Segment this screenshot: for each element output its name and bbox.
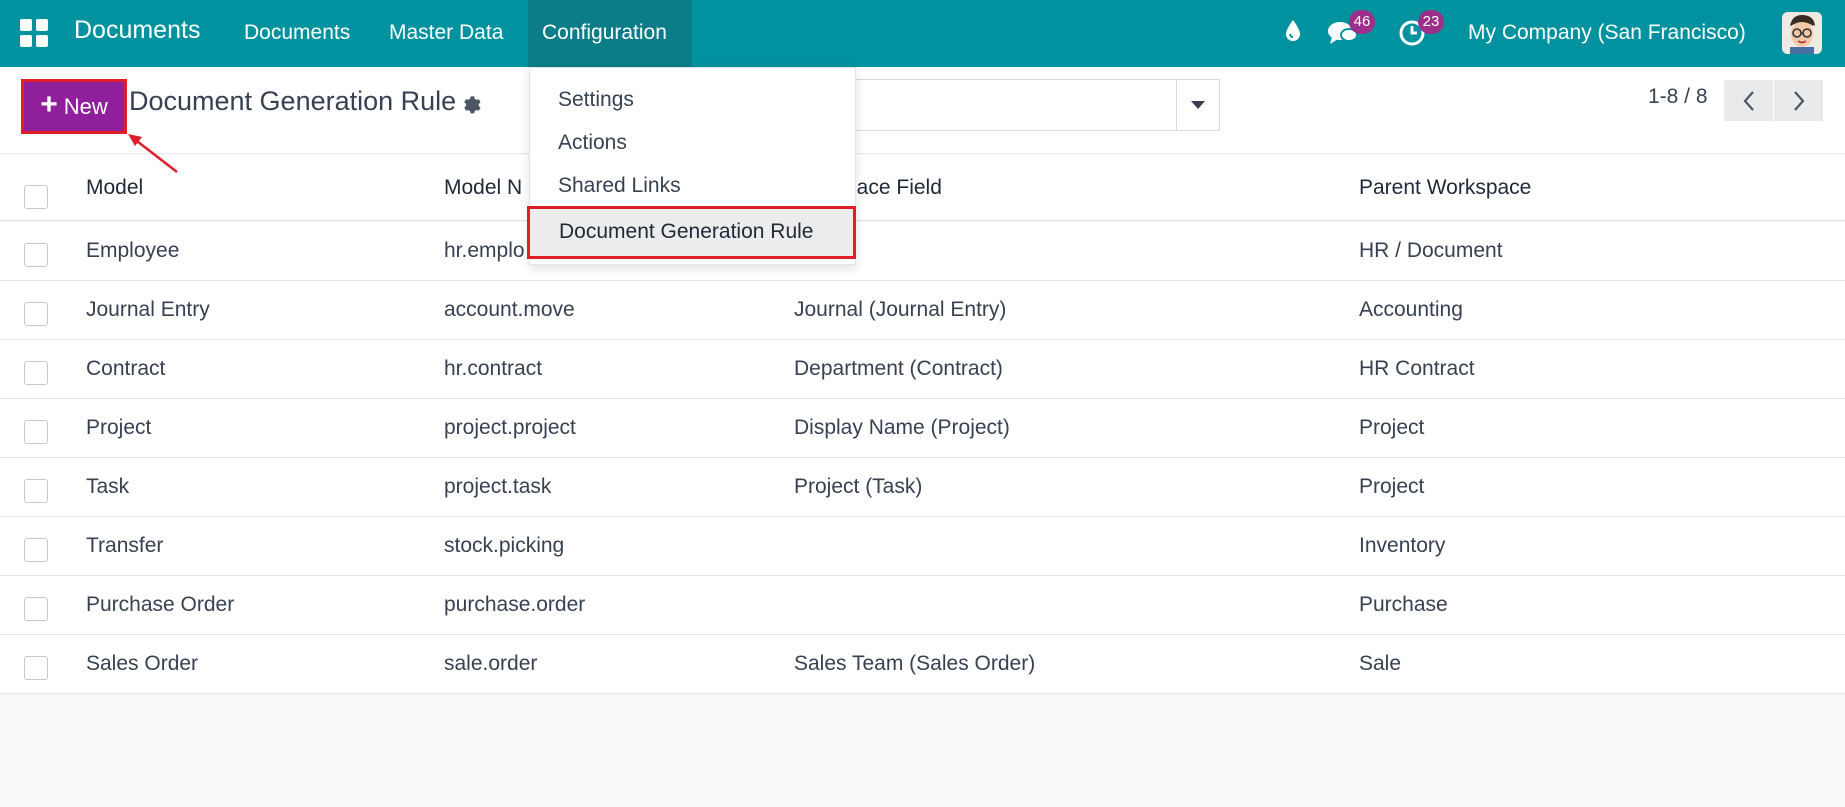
column-model[interactable]: Model [86,176,143,200]
company-switcher[interactable]: My Company (San Francisco) [1468,21,1746,45]
cell-parent-workspace: Project [1359,475,1425,498]
cell-model: Purchase Order [86,593,235,616]
app-switcher-icon[interactable] [20,19,48,47]
pager-previous-button[interactable] [1724,80,1773,121]
menu-documents[interactable]: Documents [244,21,350,45]
cell-model-name: purchase.order [444,593,586,616]
top-navbar: Documents Documents Master Data Configur… [0,0,1845,67]
app-name[interactable]: Documents [74,16,200,45]
cell-workspace-field: Department (Contract) [794,357,1003,380]
list-header: Model Model N pace Field Parent Workspac… [0,155,1845,221]
table-row[interactable]: Purchase Order purchase.order Purchase [0,576,1845,635]
cell-parent-workspace: Inventory [1359,534,1446,557]
table-row[interactable]: Project project.project Display Name (Proj… [0,399,1845,458]
row-checkbox[interactable] [24,538,48,562]
cell-model-name: project.project [444,416,576,439]
page-title: Document Generation Rule [129,86,457,116]
chevron-left-icon [1743,90,1754,111]
cell-parent-workspace: HR Contract [1359,357,1475,380]
row-checkbox[interactable] [24,479,48,503]
table-row[interactable]: Contract hr.contract Department (Contract)… [0,340,1845,399]
cell-workspace-field: Project (Task) [794,475,923,498]
dropdown-item-actions[interactable]: Actions [558,131,627,155]
cell-model-name: account.move [444,298,575,321]
table-row[interactable]: Transfer stock.picking Inventory [0,517,1845,576]
row-checkbox[interactable] [24,243,48,267]
column-model-name[interactable]: Model N [444,176,522,200]
cell-model: Sales Order [86,652,199,675]
cell-model-name: project.task [444,475,552,498]
activities-count-badge: 23 [1418,10,1444,34]
cell-model-name: hr.contract [444,357,543,380]
cell-parent-workspace: Purchase [1359,593,1448,616]
row-checkbox[interactable] [24,361,48,385]
cell-parent-workspace: HR / Document [1359,239,1503,262]
cell-model: Contract [86,357,166,380]
pager-next-button[interactable] [1774,80,1823,121]
cell-parent-workspace: Accounting [1359,298,1463,321]
cell-model: Task [86,475,130,498]
cell-workspace-field: Sales Team (Sales Order) [794,652,1036,675]
table-row[interactable]: Task project.task Project (Task) Project [0,458,1845,517]
column-workspace-field[interactable]: pace Field [845,176,942,200]
cell-model: Transfer [86,534,164,557]
dropdown-item-settings[interactable]: Settings [558,88,634,112]
gear-icon[interactable] [461,94,482,120]
pager-value[interactable]: 1-8 / 8 [1648,85,1708,109]
cell-parent-workspace: Sale [1359,652,1402,675]
cell-model-name: stock.picking [444,534,565,557]
row-checkbox[interactable] [24,420,48,444]
user-avatar[interactable] [1782,12,1822,54]
new-button[interactable]: + New [21,79,127,134]
dropdown-item-document-generation-rule[interactable]: Document Generation Rule [527,206,856,259]
cell-model-name: hr.emplo [444,239,525,262]
dropdown-item-shared-links[interactable]: Shared Links [558,174,681,198]
select-all-checkbox[interactable] [24,185,48,209]
dropdown-item-label: Document Generation Rule [559,220,814,243]
cell-model: Project [86,416,152,439]
cell-model: Journal Entry [86,298,210,321]
row-checkbox[interactable] [24,302,48,326]
cell-workspace-field: Journal (Journal Entry) [794,298,1007,321]
table-row[interactable]: Journal Entry account.move Journal (Journa… [0,281,1845,340]
cell-workspace-field: Display Name (Project) [794,416,1010,439]
control-panel: + New Document Generation Rule 1-8 / 8 [0,67,1845,154]
table-row[interactable]: Sales Order sale.order Sales Team (Sales O… [0,635,1845,694]
new-button-label: New [63,93,108,119]
chevron-right-icon [1793,90,1804,111]
caret-down-icon [1191,100,1205,109]
water-drop-icon[interactable] [1283,18,1303,49]
cell-model-name: sale.order [444,652,538,675]
cell-model: Employee [86,239,180,262]
messages-count-badge: 46 [1349,10,1375,34]
column-parent-workspace[interactable]: Parent Workspace [1359,176,1531,200]
search-options-toggle[interactable] [1176,79,1220,131]
table-row[interactable]: Employee hr.emplo HR / Document [0,222,1845,281]
row-checkbox[interactable] [24,597,48,621]
menu-configuration[interactable]: Configuration [542,21,667,45]
menu-master-data[interactable]: Master Data [389,21,503,45]
cell-parent-workspace: Project [1359,416,1425,439]
plus-icon: + [40,88,58,121]
row-checkbox[interactable] [24,656,48,680]
